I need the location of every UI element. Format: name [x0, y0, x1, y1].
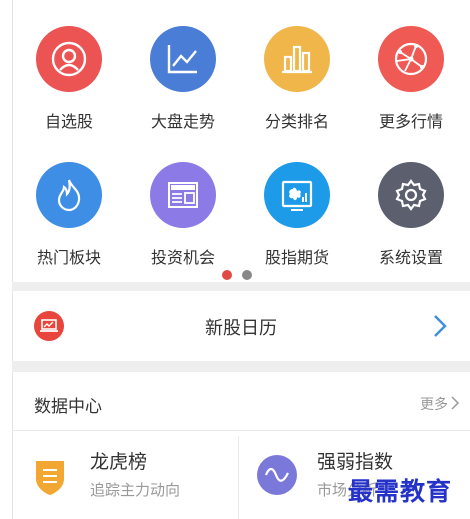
flame-icon: [36, 162, 102, 228]
watermark-text: 最需教育: [348, 477, 453, 506]
more-link[interactable]: 更多: [420, 394, 448, 414]
grid-item-label: 热门板块: [36, 248, 101, 267]
grid-item-index-futures[interactable]: 股指期货: [240, 162, 354, 282]
feature-grid: 自选股 大盘走势 分类排名 更多行情 热门板块 投资机会 股指期货 系统设置: [12, 0, 470, 282]
page-dot-active[interactable]: [222, 270, 232, 280]
grid-item-settings[interactable]: 系统设置: [354, 162, 468, 282]
trend-chart-icon: [150, 26, 216, 92]
grid-item-label: 更多行情: [378, 112, 443, 131]
grid-item-label: 大盘走势: [150, 112, 215, 131]
grid-item-market-trend[interactable]: 大盘走势: [126, 26, 240, 146]
grid-item-label: 股指期货: [264, 248, 329, 267]
grid-item-label: 自选股: [44, 112, 93, 131]
data-center-header: 数据中心 更多: [12, 372, 470, 430]
grid-item-label: 分类排名: [264, 112, 329, 131]
chevron-right-icon: [451, 396, 460, 410]
section-separator: [12, 282, 470, 291]
globe-icon: [378, 26, 444, 92]
gear-icon: [378, 162, 444, 228]
ipo-calendar-title: 新股日历: [205, 318, 277, 339]
grid-item-watchlist[interactable]: 自选股: [12, 26, 126, 146]
section-separator: [12, 361, 470, 372]
card-title: 强弱指数: [317, 451, 394, 473]
grid-item-hot-sectors[interactable]: 热门板块: [12, 162, 126, 282]
data-center-title: 数据中心: [34, 397, 102, 417]
futures-board-icon: [264, 162, 330, 228]
bar-chart-icon: [264, 26, 330, 92]
chevron-right-icon: [434, 315, 447, 337]
watchlist-icon: [36, 26, 102, 92]
grid-item-ranking[interactable]: 分类排名: [240, 26, 354, 146]
page-indicator: [222, 270, 252, 280]
card-title: 龙虎榜: [90, 451, 148, 473]
app-screen: 自选股 大盘走势 分类排名 更多行情 热门板块 投资机会 股指期货 系统设置 新…: [0, 0, 470, 519]
page-dot[interactable]: [242, 270, 252, 280]
grid-item-label: 投资机会: [150, 248, 215, 267]
card-subtitle: 追踪主力动向: [90, 481, 181, 499]
shield-badge-icon: [32, 457, 68, 497]
grid-item-label: 系统设置: [378, 248, 443, 267]
newspaper-icon: [150, 162, 216, 228]
wave-icon: [257, 455, 297, 495]
grid-item-opportunities[interactable]: 投资机会: [126, 162, 240, 282]
grid-item-more-quotes[interactable]: 更多行情: [354, 26, 468, 146]
ipo-calendar-row[interactable]: 新股日历: [12, 291, 470, 361]
card-dragon-tiger-list[interactable]: 龙虎榜 追踪主力动向: [12, 431, 238, 519]
